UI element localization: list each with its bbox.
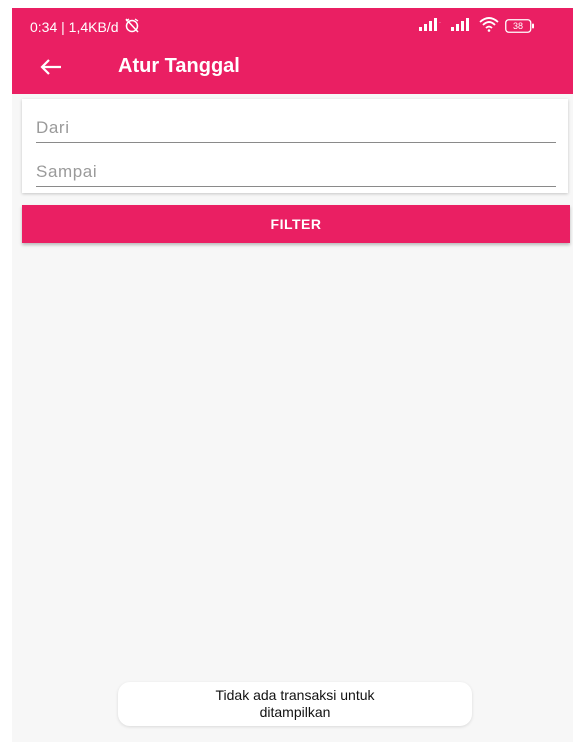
alarm-off-icon xyxy=(123,17,141,36)
empty-state-toast: Tidak ada transaksi untuk ditampilkan xyxy=(118,682,472,726)
back-button[interactable] xyxy=(38,56,64,82)
date-range-card xyxy=(22,99,568,193)
toast-line-2: ditampilkan xyxy=(259,704,331,720)
status-bar: 0:34 | 1,4KB/d · 38 xyxy=(12,8,573,44)
svg-text:·: · xyxy=(439,20,441,26)
battery-level: 38 xyxy=(512,20,523,31)
app-bar: Atur Tanggal xyxy=(12,44,573,94)
page-title: Atur Tanggal xyxy=(118,55,240,77)
wifi-icon xyxy=(479,16,499,35)
filter-button[interactable]: FILTER xyxy=(22,205,570,243)
phone-screen: 0:34 | 1,4KB/d · 38 Atur Tanggal Dari Sa… xyxy=(12,8,573,742)
battery-icon: 38 xyxy=(505,18,535,33)
status-right: · 38 xyxy=(419,16,535,35)
arrow-left-icon xyxy=(40,58,62,81)
to-date-field xyxy=(36,158,556,187)
from-date-field xyxy=(36,114,556,143)
cellular-signal-2-icon xyxy=(451,17,473,34)
toast-line-1: Tidak ada transaksi untuk xyxy=(215,687,375,703)
from-date-input[interactable] xyxy=(36,114,556,142)
to-date-input[interactable] xyxy=(36,158,556,186)
status-left: 0:34 | 1,4KB/d xyxy=(30,17,141,36)
status-time-speed: 0:34 | 1,4KB/d xyxy=(30,18,119,35)
cellular-signal-icon: · xyxy=(419,17,445,34)
